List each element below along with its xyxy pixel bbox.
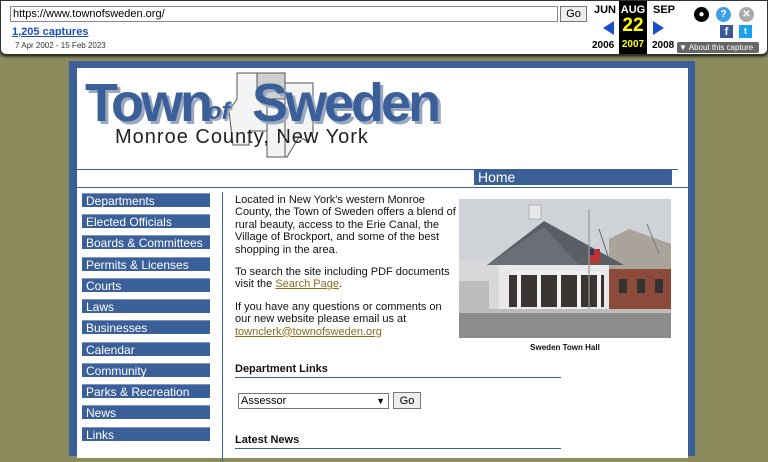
intro-paragraph-3: If you have any questions or comments on… [235,301,457,338]
intro-text: Located in New York's western Monroe Cou… [235,194,457,348]
intro-paragraph-2: To search the site including PDF documen… [235,266,457,291]
sidebar-item-businesses[interactable]: Businesses [82,320,210,335]
sidebar-item-departments[interactable]: Departments [82,193,210,208]
tab-home[interactable]: Home [474,170,672,185]
contact-text: If you have any questions or comments on… [235,300,442,326]
logo-subtitle: Monroe County, New York [115,126,369,148]
help-icon[interactable]: ? [716,7,731,22]
latest-news-divider [235,448,561,449]
intro-paragraph-1: Located in New York's western Monroe Cou… [235,194,456,256]
wayback-go-button[interactable]: Go [560,6,587,22]
logo-town-text: Town [85,73,213,133]
wayback-toolbar: https://www.townofsweden.org/ Go 1,205 c… [0,0,768,55]
about-capture-label: About this capture [688,43,754,52]
prev-capture-arrow-icon[interactable] [603,21,614,35]
current-capture: AUG 22 2007 [619,1,647,54]
current-year: 2007 [621,39,645,50]
sidebar-item-boards-committees[interactable]: Boards & Committees [82,235,210,250]
search-prefix: To search the site including PDF documen… [235,266,450,291]
sidebar-item-permits-licenses[interactable]: Permits & Licenses [82,257,210,272]
search-page-link[interactable]: Search Page [275,278,339,290]
sidebar-item-parks-recreation[interactable]: Parks & Recreation [82,384,210,399]
sidebar-item-elected-officials[interactable]: Elected Officials [82,214,210,229]
capture-range: 7 Apr 2002 - 15 Feb 2023 [15,41,106,50]
next-month[interactable]: SEP [653,4,675,16]
photo-caption: Sweden Town Hall [530,343,600,352]
nav-divider [77,187,688,188]
sidebar-item-courts[interactable]: Courts [82,278,210,293]
about-capture-button[interactable]: ▼ About this capture [677,42,759,53]
captures-link[interactable]: 1,205 captures [12,26,88,38]
facebook-icon[interactable]: f [720,25,733,38]
logo-sweden-text: Sweden [252,73,441,133]
next-capture-arrow-icon[interactable] [653,21,664,35]
next-year[interactable]: 2008 [652,40,674,51]
wayback-url-input[interactable]: https://www.townofsweden.org/ [10,6,558,22]
prev-month[interactable]: JUN [594,4,616,16]
twitter-icon[interactable]: t [739,25,752,38]
sidebar-item-news[interactable]: News [82,405,210,420]
latest-news-title: Latest News [235,434,300,446]
sidebar-divider [222,192,223,462]
sidebar-item-links[interactable]: Links [82,427,210,442]
sidebar-item-laws[interactable]: Laws [82,299,210,314]
sidebar-item-calendar[interactable]: Calendar [82,342,210,357]
search-suffix: . [338,278,343,291]
department-select[interactable]: Assessor ▼ [238,393,389,409]
user-icon[interactable]: ● [694,7,709,22]
department-links-divider [235,377,561,378]
page-content: Town of Sweden Monroe County, New York H… [77,68,688,462]
town-hall-photo [459,199,671,338]
chevron-down-icon: ▼ [376,396,385,406]
logo-of-text: of [207,98,230,125]
sidebar-item-community[interactable]: Community [82,363,210,378]
close-icon[interactable]: ✕ [739,7,754,22]
prev-year[interactable]: 2006 [592,40,614,51]
email-link[interactable]: townclerk@townofsweden.org [235,326,382,338]
current-day: 22 [622,15,644,36]
page-frame: Town of Sweden Monroe County, New York H… [69,61,695,462]
department-links-title: Department Links [235,363,328,375]
department-go-button[interactable]: Go [393,392,421,409]
department-selected-value: Assessor [241,395,287,407]
